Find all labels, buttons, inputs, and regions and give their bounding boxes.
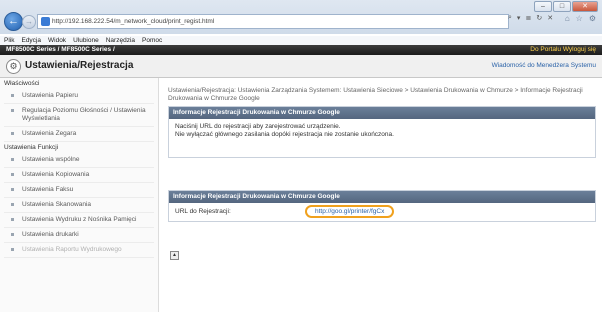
page-top-icon[interactable]: ▲ — [170, 251, 179, 260]
address-bar[interactable]: http://192.168.222.54/m_network_cloud/pr… — [37, 14, 509, 29]
sidebar-item-paper[interactable]: Ustawienia Papieru — [4, 89, 154, 104]
breadcrumb: Ustawienia/Rejestracja: Ustawienia Zarzą… — [168, 87, 583, 102]
registration-url-panel: Informacje Rejestracji Drukowania w Chmu… — [168, 190, 596, 222]
sidebar-item-clock[interactable]: Ustawienia Zegara — [4, 127, 154, 142]
browser-chrome: – □ ✕ ← → http://192.168.222.54/m_networ… — [0, 0, 602, 34]
dropdown-icon[interactable]: ▾ — [517, 14, 521, 22]
bullet-icon — [11, 233, 14, 236]
menu-bar: Plik Edycja Widok Ulubione Narzędzia Pom… — [0, 36, 602, 45]
sidebar-item-label: Ustawienia Faksu — [22, 186, 74, 193]
bullet-icon — [11, 109, 14, 112]
sidebar-item-memory-print[interactable]: Ustawienia Wydruku z Nośnika Pamięci — [4, 213, 154, 228]
back-button[interactable]: ← — [4, 12, 23, 31]
sidebar-item-label: Ustawienia Skanowania — [22, 201, 92, 208]
sidebar-item-scan[interactable]: Ustawienia Skanowania — [4, 198, 154, 213]
sidebar-group-title: Ustawienia Funkcji — [4, 144, 59, 151]
minimize-icon[interactable]: – — [534, 1, 552, 12]
page-title: Ustawienia/Rejestracja — [25, 60, 134, 71]
panel-body: Naciśnij URL do rejestracji aby zarejest… — [169, 119, 595, 143]
sidebar: Właściwości Ustawienia Papieru Regulacja… — [0, 78, 159, 312]
search-icon[interactable]: ⌕ — [508, 14, 512, 22]
sidebar-item-copy[interactable]: Ustawienia Kopiowania — [4, 168, 154, 183]
menu-favorites[interactable]: Ulubione — [73, 37, 99, 44]
compat-icon[interactable]: ≣ — [525, 14, 531, 22]
sidebar-item-label: Ustawienia drukarki — [22, 231, 79, 238]
device-model: MF8500C Series / MF8500C Series / — [6, 46, 115, 53]
sidebar-item-label: Regulacja Poziomu Głośności / Ustawienia… — [22, 107, 146, 122]
bullet-icon — [11, 218, 14, 221]
sidebar-group-title: Właściwości — [4, 80, 40, 87]
address-tools: ⌕ ▾ ≣ ↻ ✕ — [508, 14, 553, 22]
registration-info-panel: Informacje Rejestracji Drukowania w Chmu… — [168, 106, 596, 158]
menu-view[interactable]: Widok — [48, 37, 66, 44]
bullet-icon — [11, 158, 14, 161]
sidebar-item-fax[interactable]: Ustawienia Faksu — [4, 183, 154, 198]
settings-icon[interactable]: ⚙ — [589, 14, 596, 23]
sidebar-item-label: Ustawienia Zegara — [22, 130, 77, 137]
registration-url-label: URL do Rejestracji: — [175, 207, 231, 215]
sidebar-item-report[interactable]: Ustawienia Raportu Wydrukowego — [4, 243, 154, 258]
registration-url-link[interactable]: http://goo.gl/printer/fgCx — [305, 204, 395, 218]
maximize-icon[interactable]: □ — [553, 1, 571, 12]
sidebar-item-label: Ustawienia Raportu Wydrukowego — [22, 246, 122, 253]
stop-icon[interactable]: ✕ — [547, 14, 553, 22]
address-url: http://192.168.222.54/m_network_cloud/pr… — [52, 18, 215, 25]
bullet-icon — [11, 173, 14, 176]
forward-button[interactable]: → — [22, 15, 36, 29]
page-title-bar: ⚙ Ustawienia/Rejestracja Wiadomość do Me… — [0, 55, 602, 78]
portal-logout-links[interactable]: Do Portalu Wyloguj się — [530, 46, 596, 53]
bullet-icon — [11, 94, 14, 97]
mail-admin-link[interactable]: Wiadomość do Menedżera Systemu — [492, 62, 596, 69]
menu-tools[interactable]: Narzędzia — [106, 37, 135, 44]
registration-url-row: URL do Rejestracji: http://goo.gl/printe… — [169, 203, 595, 219]
sidebar-item-label: Ustawienia Kopiowania — [22, 171, 90, 178]
device-header: MF8500C Series / MF8500C Series / Do Por… — [0, 45, 602, 55]
menu-edit[interactable]: Edycja — [21, 37, 41, 44]
bullet-icon — [11, 203, 14, 206]
bullet-icon — [11, 132, 14, 135]
favorites-icon[interactable]: ☆ — [576, 14, 583, 23]
sidebar-item-label: Ustawienia Papieru — [22, 92, 79, 99]
sidebar-item-label: Ustawienia Wydruku z Nośnika Pamięci — [22, 216, 137, 223]
browser-toolbar-right: ⌂ ☆ ⚙ — [565, 14, 596, 23]
panel-heading: Informacje Rejestracji Drukowania w Chmu… — [169, 191, 595, 203]
refresh-icon[interactable]: ↻ — [536, 14, 542, 22]
sidebar-item-printer[interactable]: Ustawienia drukarki — [4, 228, 154, 243]
instruction-text: Naciśnij URL do rejestracji aby zarejest… — [175, 123, 341, 130]
menu-file[interactable]: Plik — [4, 37, 14, 44]
panel-heading: Informacje Rejestracji Drukowania w Chmu… — [169, 107, 595, 119]
sidebar-item-common[interactable]: Ustawienia wspólne — [4, 153, 154, 168]
sidebar-item-label: Ustawienia wspólne — [22, 156, 80, 163]
window-controls: – □ ✕ — [534, 1, 598, 12]
bullet-icon — [11, 248, 14, 251]
menu-help[interactable]: Pomoc — [142, 37, 162, 44]
warning-text: Nie wyłączać głównego zasilania dopóki r… — [175, 131, 394, 138]
home-icon[interactable]: ⌂ — [565, 14, 570, 23]
close-icon[interactable]: ✕ — [572, 1, 598, 12]
bullet-icon — [11, 188, 14, 191]
site-icon — [41, 17, 50, 26]
sidebar-item-volume-display[interactable]: Regulacja Poziomu Głośności / Ustawienia… — [4, 104, 154, 127]
settings-gear-icon: ⚙ — [6, 59, 21, 74]
